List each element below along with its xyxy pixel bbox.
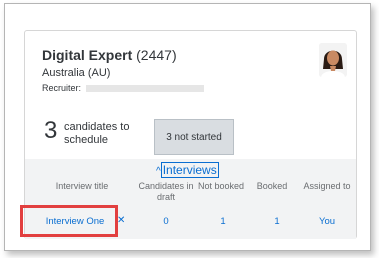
column-header-not-booked: Not booked (197, 181, 245, 191)
job-location: Australia (AU) (42, 67, 111, 79)
candidate-count: 3 (44, 117, 58, 144)
recruiter-label: Recruiter: (42, 83, 82, 93)
interviews-toggle[interactable]: ^ Interviews (156, 162, 219, 178)
column-header-candidates-in-draft: Candidates in draft (138, 181, 194, 202)
candidate-count-label: candidates to schedule (64, 121, 130, 146)
highlight-box (20, 205, 118, 237)
recruiter-name-redacted (85, 85, 204, 93)
job-id: (2447) (136, 47, 177, 63)
job-title-row: Digital Expert (2447) (42, 47, 177, 63)
chevron-up-icon: ^ (156, 166, 161, 177)
column-header-booked: Booked (256, 181, 288, 191)
candidates-in-draft-value[interactable]: 0 (148, 216, 184, 227)
not-started-button[interactable]: 3 not started (154, 119, 234, 155)
close-icon[interactable]: ✕ (117, 215, 125, 226)
interviews-toggle-label: Interviews (160, 162, 219, 178)
column-header-interview-title: Interview title (55, 181, 109, 191)
not-booked-value[interactable]: 1 (205, 216, 241, 227)
person-photo-icon (319, 43, 347, 77)
assigned-to-value[interactable]: You (309, 216, 345, 227)
column-header-assigned-to: Assigned to (303, 181, 351, 191)
job-title: Digital Expert (42, 47, 133, 63)
booked-value[interactable]: 1 (259, 216, 295, 227)
avatar (319, 43, 347, 77)
recruiter-row: Recruiter: (42, 83, 204, 93)
